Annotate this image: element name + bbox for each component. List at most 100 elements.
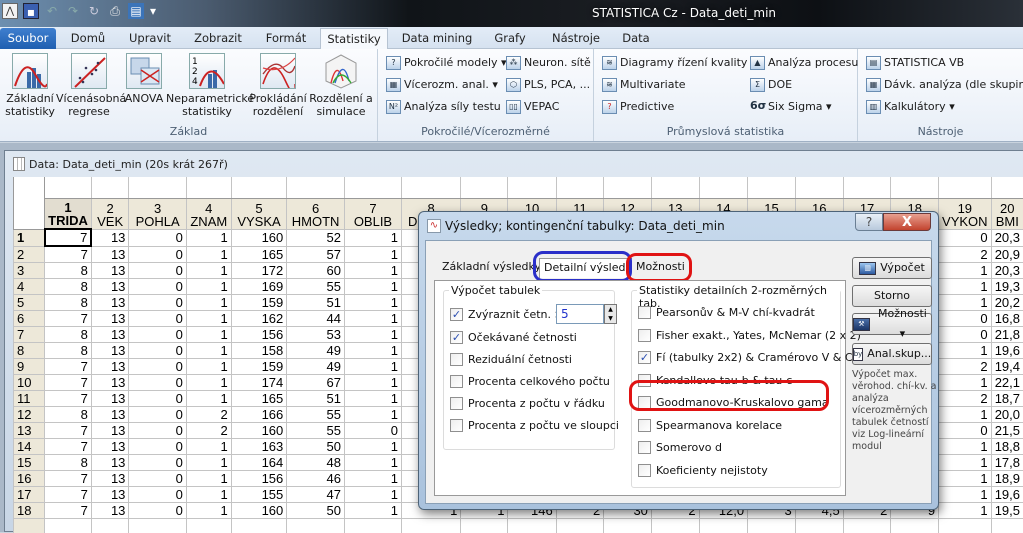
table-cell[interactable]: 0 — [129, 375, 186, 391]
table-cell[interactable]: 1 — [186, 439, 231, 455]
table-cell[interactable]: 0 — [129, 455, 186, 471]
table-cell[interactable]: 0 — [129, 471, 186, 487]
table-cell[interactable]: 1 — [344, 327, 401, 343]
column-header[interactable]: 19VYKON — [939, 198, 992, 229]
table-cell[interactable]: 8 — [45, 279, 92, 295]
tab-data-mining[interactable]: Data mining — [396, 28, 478, 49]
left-option-checkbox[interactable]: Procenta z počtu v řádku — [450, 397, 605, 410]
table-cell[interactable]: 160 — [231, 229, 287, 246]
tab-format[interactable]: Formát — [256, 28, 316, 49]
row-header[interactable]: 2 — [14, 246, 45, 263]
table-cell[interactable]: 0 — [129, 279, 186, 295]
left-option-checkbox[interactable]: ✓Očekávané četnosti — [450, 331, 577, 344]
table-cell[interactable]: 19,6 — [991, 487, 1023, 503]
table-cell[interactable]: 20,3 — [991, 263, 1023, 279]
row-header[interactable]: 12 — [14, 407, 45, 423]
table-cell[interactable] — [651, 519, 699, 533]
vepac-button[interactable]: ▯▯VEPAC — [506, 98, 559, 116]
row-header[interactable] — [14, 519, 45, 533]
table-cell[interactable]: 51 — [287, 391, 345, 407]
table-cell[interactable]: 46 — [287, 471, 345, 487]
table-cell[interactable] — [91, 519, 129, 533]
highlight-freq-stepper[interactable]: ▲▼ — [604, 304, 617, 324]
row-header[interactable]: 7 — [14, 327, 45, 343]
right-option-checkbox[interactable]: Fisher exakt., Yates, McNemar (2 x 2) — [638, 329, 861, 342]
table-cell[interactable]: 1 — [186, 471, 231, 487]
table-cell[interactable]: 1 — [939, 279, 992, 295]
table-cell[interactable] — [891, 519, 939, 533]
table-cell[interactable]: 1 — [186, 263, 231, 279]
row-header[interactable]: 10 — [14, 375, 45, 391]
table-cell[interactable]: 163 — [231, 439, 287, 455]
table-cell[interactable] — [991, 519, 1023, 533]
table-cell[interactable]: 8 — [45, 407, 92, 423]
table-cell[interactable]: 8 — [45, 455, 92, 471]
right-option-checkbox[interactable]: Pearsonův & M-V chí-kvadrát — [638, 306, 815, 319]
table-cell[interactable]: 1 — [186, 375, 231, 391]
table-cell[interactable]: 49 — [287, 343, 345, 359]
table-cell[interactable]: 7 — [45, 503, 92, 519]
table-cell[interactable]: 13 — [91, 311, 129, 327]
row-header[interactable]: 3 — [14, 263, 45, 279]
table-cell[interactable]: 13 — [91, 423, 129, 439]
table-cell[interactable]: 0 — [129, 503, 186, 519]
table-cell[interactable]: 18,9 — [991, 471, 1023, 487]
table-cell[interactable]: 1 — [344, 471, 401, 487]
table-cell[interactable]: 1 — [939, 343, 992, 359]
table-cell[interactable]: 1 — [939, 375, 992, 391]
table-cell[interactable]: 22,1 — [991, 375, 1023, 391]
row-header[interactable]: 16 — [14, 471, 45, 487]
left-option-checkbox[interactable]: Reziduální četnosti — [450, 353, 572, 366]
table-cell[interactable]: 1 — [344, 246, 401, 263]
table-cell[interactable]: 55 — [287, 407, 345, 423]
table-cell[interactable]: 1 — [186, 229, 231, 246]
table-cell[interactable]: 55 — [287, 423, 345, 439]
table-cell[interactable]: 18,8 — [991, 439, 1023, 455]
table-cell[interactable]: 7 — [45, 391, 92, 407]
table-cell[interactable]: 17,8 — [991, 455, 1023, 471]
table-cell[interactable]: 160 — [231, 423, 287, 439]
table-cell[interactable] — [699, 519, 748, 533]
power-analysis-button[interactable]: N²Analýza síly testu — [386, 98, 501, 116]
row-header[interactable]: 15 — [14, 455, 45, 471]
table-cell[interactable] — [939, 519, 992, 533]
table-cell[interactable]: 13 — [91, 455, 129, 471]
row-header[interactable]: 9 — [14, 359, 45, 375]
quality-control-button[interactable]: ≋Diagramy řízení kvality ▾ — [602, 54, 756, 72]
table-cell[interactable]: 18,7 — [991, 391, 1023, 407]
neural-network-button[interactable]: ⁂Neuron. sítě — [506, 54, 591, 72]
close-button[interactable]: X — [883, 213, 931, 231]
table-cell[interactable]: 13 — [91, 263, 129, 279]
grid-corner[interactable] — [14, 177, 45, 229]
table-cell[interactable]: 8 — [45, 343, 92, 359]
table-cell[interactable]: 0 — [939, 423, 992, 439]
table-cell[interactable]: 13 — [91, 246, 129, 263]
table-cell[interactable] — [508, 519, 556, 533]
tab-statistiky[interactable]: Statistiky — [320, 28, 388, 50]
table-cell[interactable] — [344, 519, 401, 533]
table-cell[interactable]: 1 — [939, 263, 992, 279]
table-cell[interactable]: 1 — [939, 503, 992, 519]
table-cell[interactable]: 2 — [186, 407, 231, 423]
left-option-checkbox[interactable]: Procenta celkového počtu — [450, 375, 610, 388]
table-cell[interactable]: 67 — [287, 375, 345, 391]
table-cell[interactable]: 1 — [344, 375, 401, 391]
table-cell[interactable]: 1 — [186, 295, 231, 311]
table-cell[interactable]: 13 — [91, 391, 129, 407]
table-cell[interactable]: 164 — [231, 455, 287, 471]
table-cell[interactable]: 158 — [231, 343, 287, 359]
table-cell[interactable]: 2 — [939, 359, 992, 375]
process-analysis-button[interactable]: ▲Analýza procesu — [750, 54, 858, 72]
table-cell[interactable]: 7 — [45, 229, 92, 246]
distribution-simulation-button[interactable]: Rozdělení a simulace — [308, 53, 374, 118]
table-cell[interactable]: 7 — [45, 423, 92, 439]
tab-zakladni-vysledky[interactable]: Základní výsledky — [438, 258, 545, 278]
table-cell[interactable]: 13 — [91, 439, 129, 455]
options-button[interactable]: ⚒Možnosti ▾ — [852, 313, 932, 335]
table-cell[interactable]: 57 — [287, 246, 345, 263]
save-icon[interactable]: ▪ — [23, 3, 39, 19]
refresh-icon[interactable]: ↻ — [86, 3, 102, 19]
compute-button[interactable]: ▥Výpočet — [852, 257, 932, 279]
statistica-vb-button[interactable]: ▤STATISTICA VB — [866, 54, 964, 72]
table-cell[interactable]: 165 — [231, 391, 287, 407]
